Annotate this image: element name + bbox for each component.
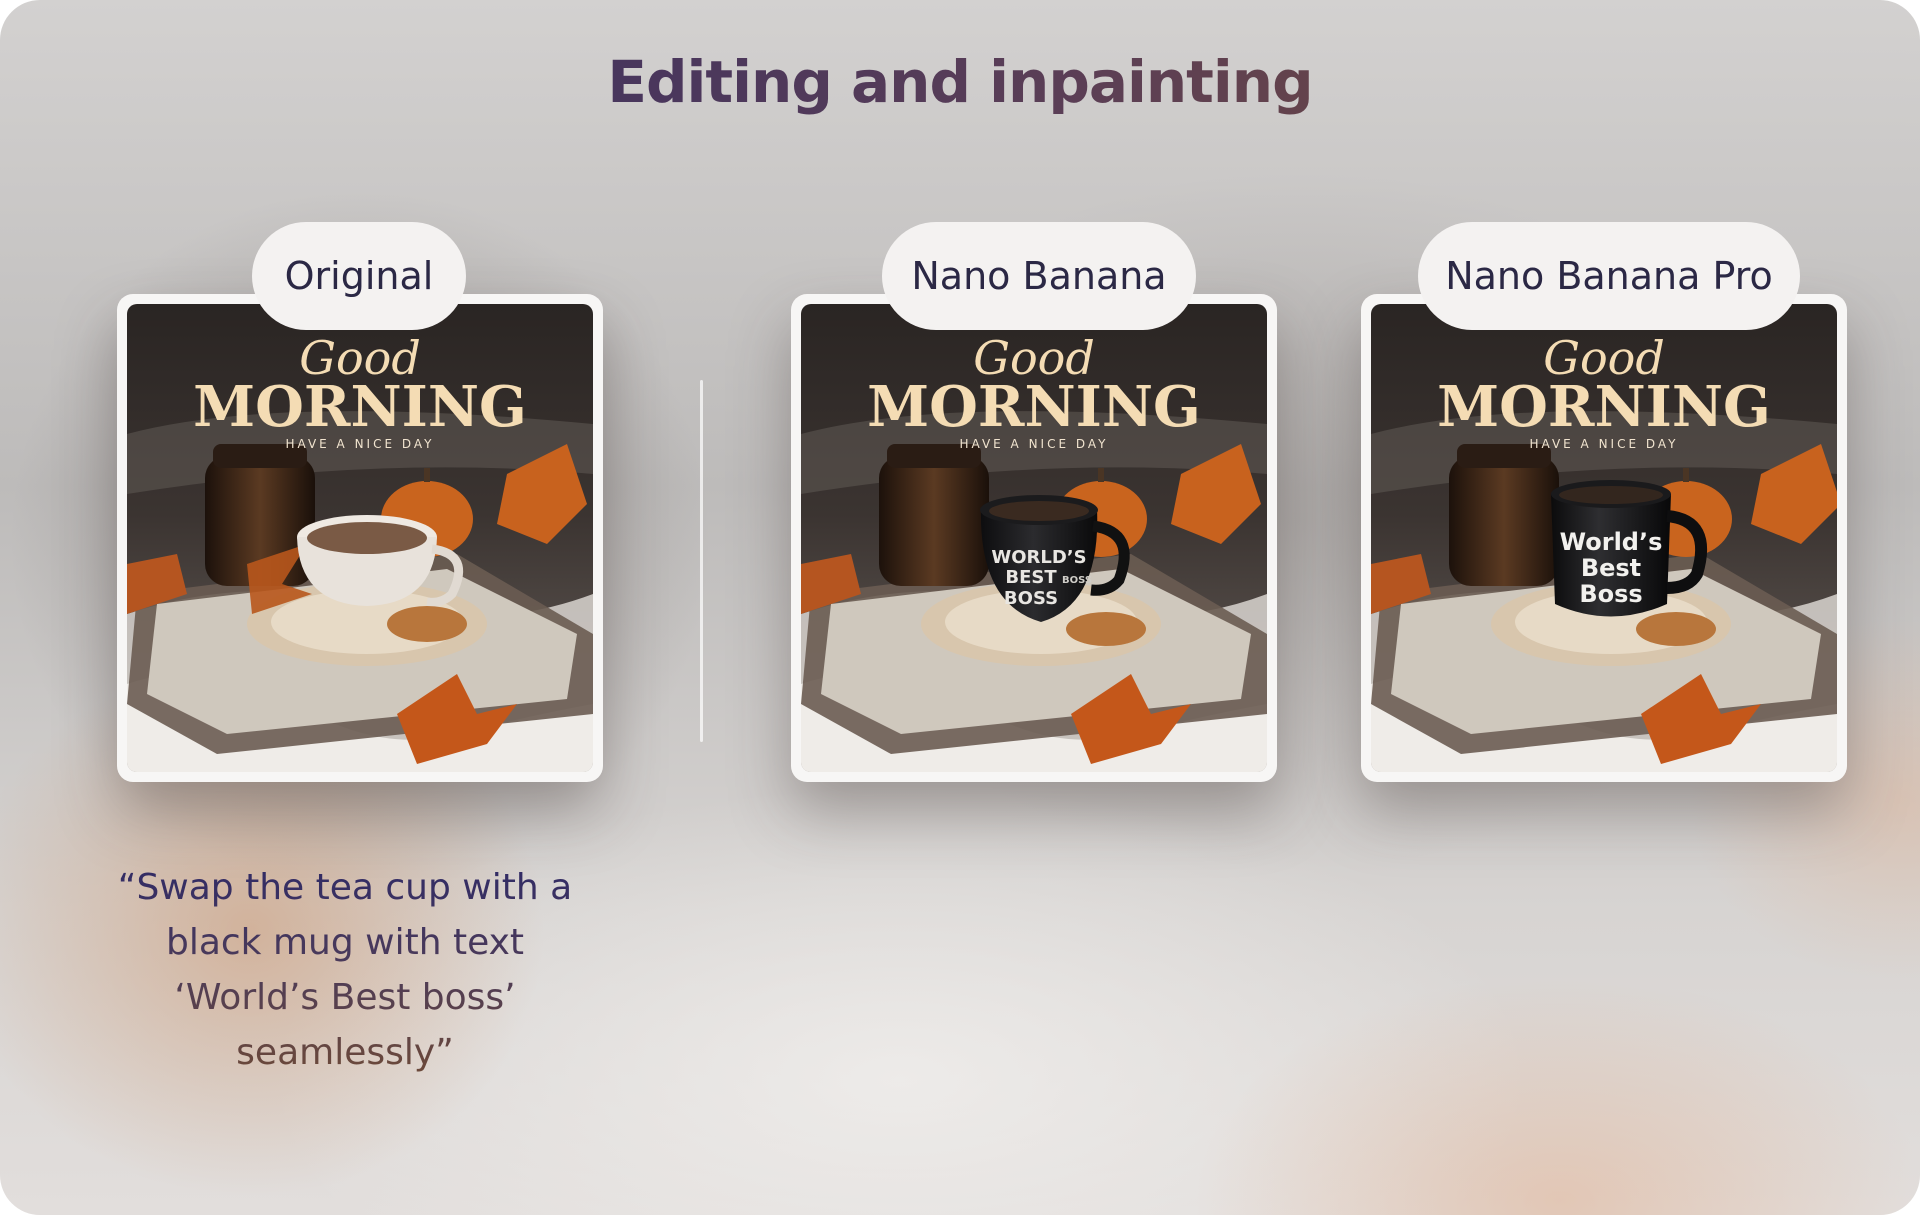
greeting-text: MORNING xyxy=(867,374,1201,440)
original-image-card[interactable]: Good MORNING HAVE A NICE DAY xyxy=(117,294,603,782)
original-label: Original xyxy=(284,254,434,298)
original-photo: Good MORNING HAVE A NICE DAY xyxy=(127,304,593,772)
edit-prompt-text: “Swap the tea cup with a black mug with … xyxy=(90,860,600,1080)
nano-banana-pro-label: Nano Banana Pro xyxy=(1445,254,1773,298)
comparison-board: Editing and inpainting Good MORNING HAVE… xyxy=(0,0,1920,1215)
nano-banana-image: WORLD’S BEST BOSS BOSS Good MORNING HAVE… xyxy=(801,304,1267,772)
nano-banana-label-pill: Nano Banana xyxy=(882,222,1196,330)
nano-banana-pro-image-card[interactable]: World’s Best Boss Good MORNING HAVE A NI… xyxy=(1361,294,1847,782)
nano-banana-label: Nano Banana xyxy=(911,254,1167,298)
mug-text-line-3: BOSS xyxy=(1004,588,1058,609)
original-image: Good MORNING HAVE A NICE DAY xyxy=(127,304,593,772)
nano-banana-photo: WORLD’S BEST BOSS BOSS Good MORNING HAVE… xyxy=(801,304,1267,772)
section-divider xyxy=(700,380,703,742)
nano-banana-pro-image: World’s Best Boss Good MORNING HAVE A NI… xyxy=(1371,304,1837,772)
mug-text-extra: BOSS xyxy=(1062,575,1092,586)
nano-banana-image-card[interactable]: WORLD’S BEST BOSS BOSS Good MORNING HAVE… xyxy=(791,294,1277,782)
original-label-pill: Original xyxy=(252,222,466,330)
mug-text-line-1: World’s xyxy=(1560,528,1663,556)
greeting-text: MORNING xyxy=(1437,374,1771,440)
mug-text-line-2: BEST xyxy=(1005,567,1057,588)
mug-text-line-3: Boss xyxy=(1579,580,1642,608)
nano-banana-pro-photo: World’s Best Boss Good MORNING HAVE A NI… xyxy=(1371,304,1837,772)
nano-banana-pro-label-pill: Nano Banana Pro xyxy=(1418,222,1800,330)
tagline-text: HAVE A NICE DAY xyxy=(285,437,434,451)
tagline-text: HAVE A NICE DAY xyxy=(959,437,1108,451)
tagline-text: HAVE A NICE DAY xyxy=(1529,437,1678,451)
mug-text-line-2: Best xyxy=(1581,554,1641,582)
mug-text-line-1: WORLD’S xyxy=(991,547,1086,568)
greeting-text: MORNING xyxy=(193,374,527,440)
page-title: Editing and inpainting xyxy=(0,48,1920,116)
